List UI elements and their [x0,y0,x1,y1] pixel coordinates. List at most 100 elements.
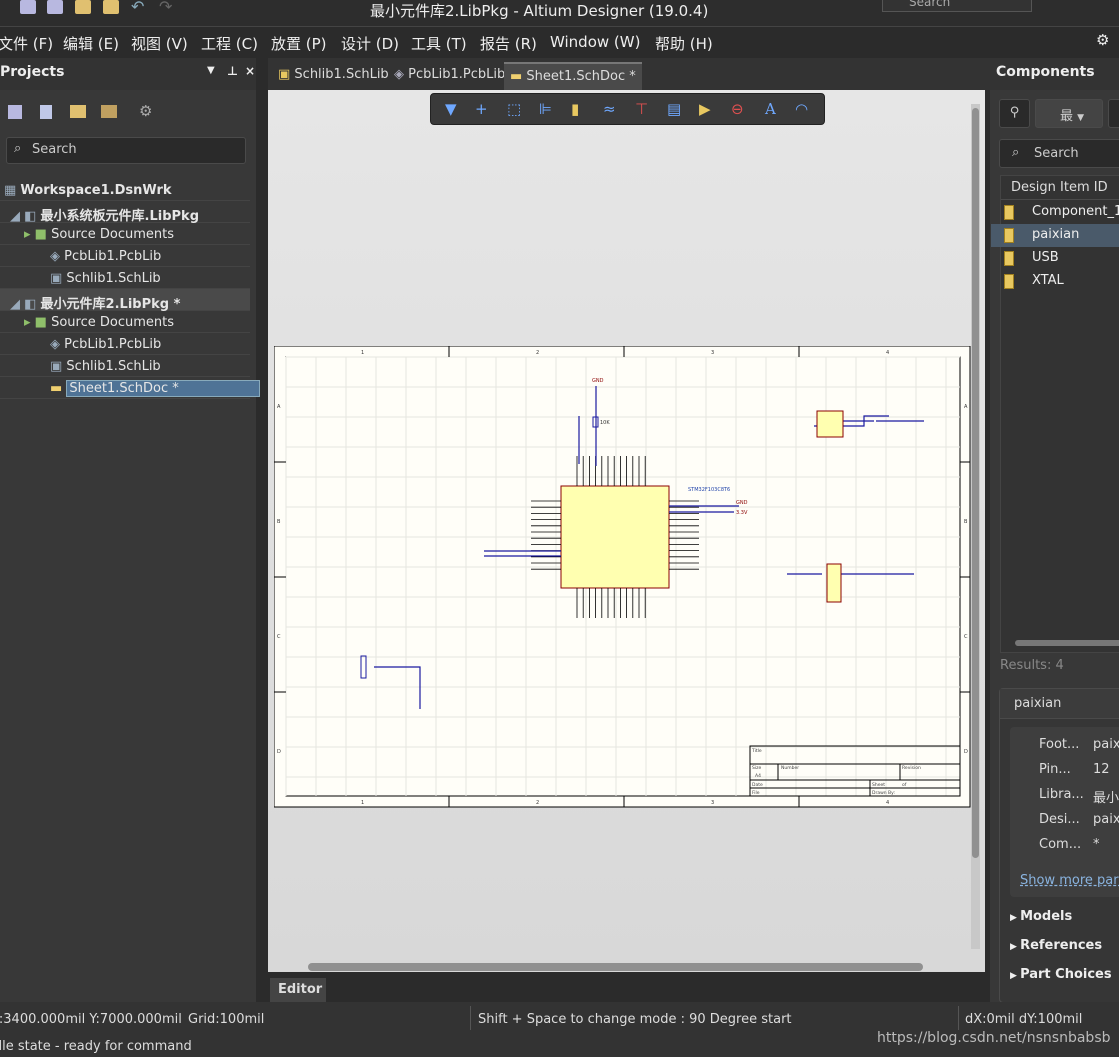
component-item[interactable]: Component_1 [991,201,1119,224]
open-folder-icon[interactable] [75,0,91,14]
tb-file: File [752,790,760,796]
port-icon[interactable]: ▶ [699,100,711,118]
component-details: paixian Foot... paixi Pin... 12 Libra... 最小 De… [999,688,1119,1003]
tree-item[interactable]: ◢ ◧ 最小系统板元件库.LibPkg [10,205,199,224]
schematic-canvas[interactable]: 1 1 2 2 3 3 4 4 A A B B C C D D STM32F103C8T6 GND GND 3… [268,90,985,972]
copy-icon[interactable] [40,105,52,119]
panel-title: Projects [0,64,65,80]
components-panel: Components ⚲ 最 ▼ ⌕ Search Design Item ID … [990,58,1119,1003]
paixian-part[interactable] [826,563,842,603]
menu-edit[interactable]: 编辑 (E) [63,33,119,54]
tree-item[interactable]: ▸ ■ Source Documents [24,227,174,242]
crosshair-icon[interactable]: + [475,100,488,118]
tree-item[interactable]: ◈ PcbLib1.PcbLib [50,337,161,352]
menu-design[interactable]: 设计 (D) [341,33,399,54]
tree-item[interactable]: ▣ Schlib1.SchLib [50,359,161,374]
menu-place[interactable]: 放置 (P) [271,33,327,54]
show-more-link[interactable]: Show more para [1020,873,1119,888]
editor-tab[interactable]: Editor [270,978,326,1002]
tab-sheet1[interactable]: ▬ Sheet1.SchDoc * [504,62,642,90]
zone-number: 3 [711,350,714,356]
more-button[interactable] [1108,99,1119,128]
tree-item[interactable]: ▣ Schlib1.SchLib [50,271,161,286]
save-all-icon[interactable] [47,0,63,14]
property-key: Com... [1039,837,1082,852]
dropdown-icon[interactable]: ▼ [207,65,215,76]
horizontal-scrollbar[interactable] [308,963,923,971]
usb-part[interactable] [816,410,844,438]
projects-search-input[interactable]: ⌕ Search [6,137,246,164]
tree-item[interactable]: ◈ PcbLib1.PcbLib [50,249,161,264]
components-list: Design Item ID Component_1 paixian USB XTAL [991,175,1119,653]
tree-label: Schlib1.SchLib [66,359,161,374]
tree-item[interactable]: ◢ ◧ 最小元件库2.LibPkg * [10,293,180,312]
components-search-input[interactable]: ⌕ Search [999,139,1119,168]
harness-icon[interactable]: ▤ [667,100,681,118]
filter-button[interactable]: ⚲ [999,99,1030,128]
undo-icon[interactable]: ↶ [131,0,144,16]
open-project-icon[interactable] [103,0,119,14]
menu-view[interactable]: 视图 (V) [131,33,188,54]
zone-number: 4 [886,800,889,806]
component-item[interactable]: XTAL [991,270,1119,293]
menu-help[interactable]: 帮助 (H) [655,33,713,54]
menu-project[interactable]: 工程 (C) [201,33,258,54]
tb-revision: Revision [902,765,921,771]
save-icon[interactable] [8,105,22,119]
section-label: Models [1020,909,1073,924]
component-item[interactable]: USB [991,247,1119,270]
list-scrollbar[interactable] [1015,640,1119,646]
text-icon[interactable]: A [765,100,776,118]
zone-letter: B [277,519,281,525]
tree-item[interactable]: ▸ ■ Source Documents [24,315,174,330]
property-value: paixi [1093,812,1119,827]
filter-icon[interactable]: ▼ [445,100,457,118]
arc-icon[interactable]: ◠ [795,100,808,118]
menu-bar: 文件 (F) 编辑 (E) 视图 (V) 工程 (C) 放置 (P) 设计 (D… [0,26,1119,58]
save-icon[interactable] [20,0,36,14]
folder-settings-icon[interactable] [101,105,117,118]
expand-icon: ▶ [1010,913,1021,923]
zone-number: 4 [886,350,889,356]
tree-item[interactable]: ▦ Workspace1.DsnWrk [4,183,172,198]
tree-item[interactable]: ▬ Sheet1.SchDoc * [50,380,260,397]
section-part-choices[interactable]: ▶ Part Choices [1010,967,1112,982]
redo-icon[interactable]: ↷ [159,0,172,16]
menu-window[interactable]: Window (W) [550,33,640,51]
zone-letter: C [964,634,968,640]
mcu-part[interactable] [560,485,670,589]
directive-icon[interactable]: ⊖ [731,100,744,118]
component-icon [1004,251,1014,266]
settings-icon[interactable]: ⚙ [139,102,152,120]
watermark: https://blog.csdn.net/nsnsnbabsb [877,1030,1111,1046]
component-item[interactable]: paixian [991,224,1119,247]
details-title: paixian [1000,689,1119,719]
menu-tools[interactable]: 工具 (T) [411,33,467,54]
gear-icon[interactable]: ⚙ [1096,31,1109,49]
global-search-input[interactable]: Search [882,0,1032,12]
pin-icon[interactable]: ⊥ [227,64,238,78]
wire-icon[interactable]: ≈ [603,100,616,118]
tree-node-icon: ◈ [50,249,65,264]
align-icon[interactable]: ⊫ [539,100,552,118]
select-rect-icon[interactable]: ⬚ [507,100,521,118]
tree-node-icon: ▸ ■ [24,315,52,330]
menu-reports[interactable]: 报告 (R) [480,33,537,54]
vertical-scrollbar[interactable] [971,104,980,949]
tab-pcblib[interactable]: ◈ PcbLib1.PcbLib [388,62,511,90]
section-models[interactable]: ▶ Models [1010,909,1072,924]
tab-schlib[interactable]: ▣ Schlib1.SchLib [272,62,395,90]
library-dropdown[interactable]: 最 ▼ [1035,99,1103,128]
close-icon[interactable]: × [245,64,255,78]
part-icon[interactable]: ▮ [571,100,579,118]
folder-search-icon[interactable] [70,105,86,118]
projects-panel: Projects ▼ ⊥ × ⚙ ⌕ Search ▦ Workspace1.D… [0,58,260,1002]
power-port-icon[interactable]: ⊤ [635,100,648,118]
tree-label: Workspace1.DsnWrk [20,183,172,198]
gnd-label: GND [736,500,748,506]
component-label: USB [1032,250,1059,265]
menu-file[interactable]: 文件 (F) [0,33,53,54]
column-header-design-item-id[interactable]: Design Item ID [1001,176,1119,200]
mode-hint: Shift + Space to change mode : 90 Degree… [478,1012,792,1027]
section-references[interactable]: ▶ References [1010,938,1102,953]
